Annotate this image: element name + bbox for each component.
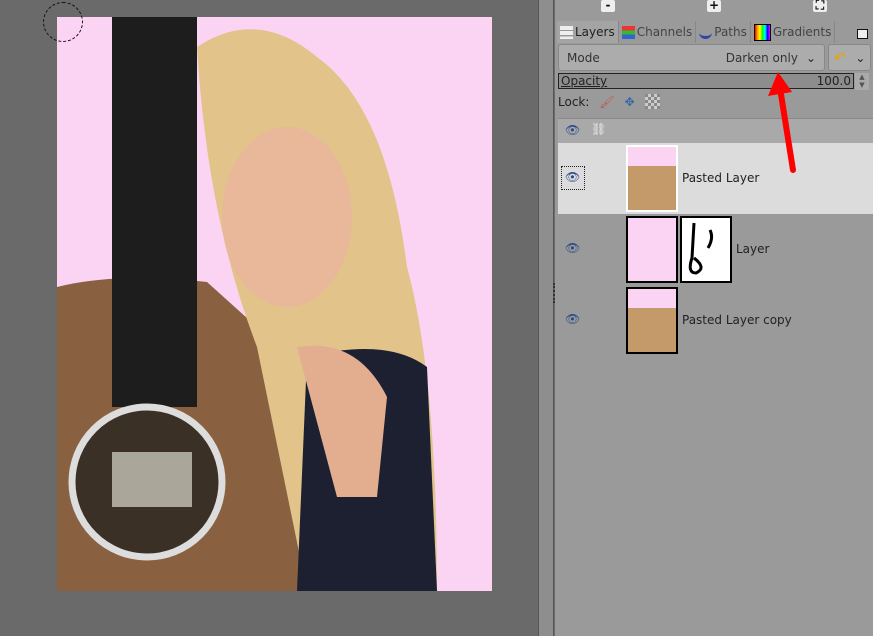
lock-alpha-icon[interactable]: [644, 94, 660, 109]
layer-mask-thumbnail: [680, 216, 732, 283]
red-annotation-arrow: [768, 72, 796, 173]
layer-row-pasted-layer[interactable]: 👁 Pasted Layer: [558, 143, 873, 214]
photo-image: [57, 17, 492, 591]
gradients-icon: [753, 23, 771, 41]
opacity-spinner[interactable]: ▲ ▼: [855, 73, 869, 90]
lock-row: Lock: 🖌 ✥: [558, 94, 660, 109]
tab-gradients[interactable]: Gradients: [751, 21, 836, 43]
mode-label: Mode: [567, 50, 600, 65]
chevron-down-icon: ⌄: [855, 50, 866, 65]
tab-channels[interactable]: Channels: [619, 21, 697, 43]
layer-row-pasted-layer-copy[interactable]: 👁 Pasted Layer copy: [558, 285, 873, 356]
layers-list-header: 👁 ⛓: [558, 118, 873, 143]
lock-pixels-icon[interactable]: 🖌: [599, 95, 614, 109]
layer-thumbnail: [626, 145, 678, 212]
tab-label: Channels: [636, 25, 693, 39]
layer-name[interactable]: Pasted Layer copy: [682, 313, 792, 327]
chain-header-icon: ⛓: [591, 122, 607, 136]
opacity-label: Opacity: [561, 74, 608, 88]
visibility-eye-icon[interactable]: 👁: [561, 166, 585, 190]
chevron-down-icon: ⌄: [805, 50, 816, 65]
visibility-eye-icon[interactable]: 👁: [565, 241, 581, 257]
layers-dock-panel: - + ⛶ Layers Channels Paths Gradients Mo…: [555, 0, 873, 636]
tab-layers[interactable]: Layers: [557, 21, 619, 43]
layer-name[interactable]: Pasted Layer: [682, 171, 759, 185]
lock-label: Lock:: [558, 94, 590, 109]
opacity-slider[interactable]: Opacity 100.0: [558, 73, 854, 89]
lock-position-icon[interactable]: ✥: [625, 95, 635, 109]
mode-group-button[interactable]: ↶ ⌄: [828, 44, 871, 71]
panel-menu-icon[interactable]: [857, 29, 868, 39]
mode-value: Darken only: [725, 50, 798, 65]
zoom-out-button[interactable]: -: [601, 0, 615, 12]
layer-row-layer[interactable]: 👁 Layer: [558, 214, 873, 285]
opacity-value: 100.0: [816, 74, 851, 88]
paths-icon: [699, 26, 713, 39]
mode-select[interactable]: Mode Darken only ⌄: [558, 44, 825, 71]
tab-label: Gradients: [772, 25, 832, 39]
tab-label: Paths: [714, 25, 747, 39]
brush-outline-cursor: [43, 2, 83, 42]
undo-arrow-icon: ↶: [833, 48, 847, 67]
layer-thumbnail: [626, 216, 678, 283]
image-canvas[interactable]: [0, 0, 538, 636]
tab-label: Layers: [575, 25, 615, 39]
layer-thumbnail: [626, 287, 678, 354]
channels-icon: [621, 25, 635, 39]
visibility-eye-icon[interactable]: 👁: [565, 312, 581, 328]
layer-name[interactable]: Layer: [736, 242, 769, 256]
tab-paths[interactable]: Paths: [696, 21, 751, 43]
layers-icon: [560, 25, 573, 39]
dock-separator[interactable]: [538, 0, 554, 636]
fit-button[interactable]: ⛶: [813, 0, 827, 12]
visibility-header-icon: 👁: [565, 123, 581, 137]
zoom-in-button[interactable]: +: [707, 0, 721, 12]
